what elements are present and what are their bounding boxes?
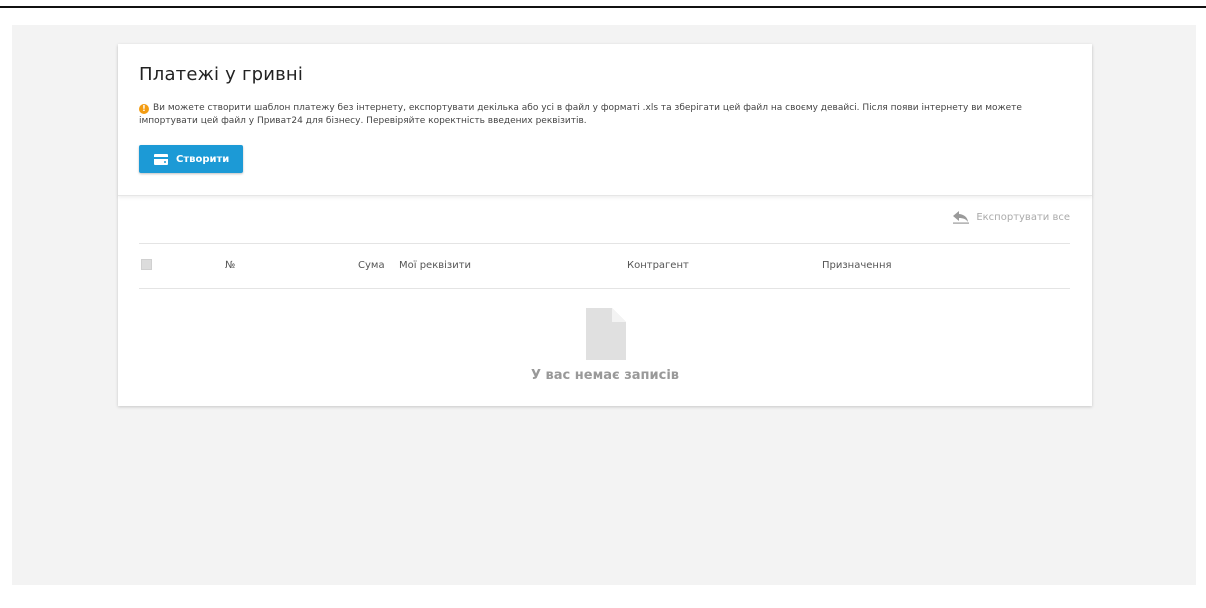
export-all-button[interactable]: Експортувати все: [952, 210, 1070, 224]
column-header-amount: Сума: [358, 260, 385, 271]
info-message: ! Ви можете створити шаблон платежу без і…: [139, 102, 1069, 128]
table-section: Експортувати все № Сума Мої реквізити Ко…: [118, 196, 1092, 406]
wallet-icon: [154, 153, 168, 165]
info-text: Ви можете створити шаблон платежу без ін…: [139, 103, 1022, 126]
page-title: Платежі у гривні: [139, 64, 304, 85]
export-icon: [953, 211, 970, 224]
column-header-purpose: Призначення: [822, 260, 892, 271]
create-button-label: Створити: [176, 153, 230, 165]
create-button[interactable]: Створити: [139, 145, 244, 173]
empty-document-icon: [586, 308, 626, 360]
empty-state-text: У вас немає записів: [530, 368, 679, 383]
select-all-checkbox[interactable]: [141, 259, 152, 270]
info-icon: !: [139, 104, 149, 114]
column-header-number: №: [225, 260, 236, 271]
column-header-counterparty: Контрагент: [627, 260, 689, 271]
divider: [139, 243, 1070, 244]
top-bar: [0, 0, 1206, 8]
card-header: Платежі у гривні ! Ви можете створити шаб…: [118, 44, 1092, 196]
export-all-label: Експортувати все: [976, 211, 1070, 223]
column-header-my-details: Мої реквізити: [399, 260, 472, 271]
payments-card: Платежі у гривні ! Ви можете створити шаб…: [118, 44, 1092, 406]
divider: [139, 288, 1070, 289]
